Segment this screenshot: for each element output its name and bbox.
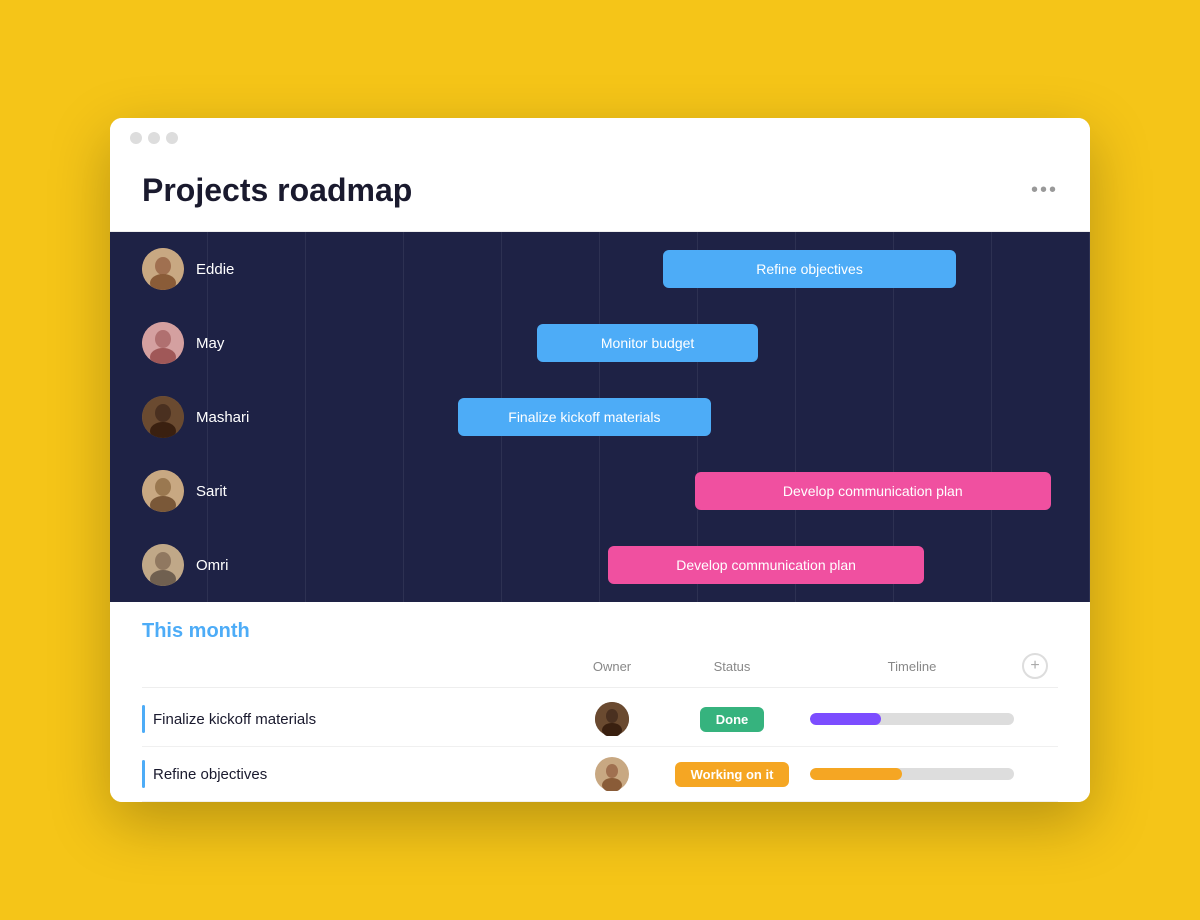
- person-name-may: May: [196, 335, 224, 352]
- col-header-timeline: Timeline: [802, 659, 1022, 674]
- list-column-headers: Owner Status Timeline +: [142, 653, 1058, 688]
- status-badge-1: Working on it: [675, 762, 790, 787]
- gantt-bar-area-eddie: Refine objectives: [300, 248, 1090, 290]
- gantt-bar-area-sarit: Develop communication plan: [300, 470, 1090, 512]
- list-header-row: This month: [142, 620, 1058, 643]
- dot-red: [130, 132, 142, 144]
- person-name-sarit: Sarit: [196, 483, 227, 500]
- col-header-owner: Owner: [562, 659, 662, 674]
- title-bar: [110, 118, 1090, 154]
- dot-green: [166, 132, 178, 144]
- list-timeline-0: [802, 713, 1022, 725]
- list-item-0: Finalize kickoff materials Done: [142, 692, 1058, 747]
- gantt-row-may: May Monitor budget: [110, 306, 1090, 380]
- gantt-bar-eddie[interactable]: Refine objectives: [663, 250, 955, 288]
- more-options-button[interactable]: •••: [1031, 179, 1058, 202]
- avatar-eddie: [142, 248, 184, 290]
- gantt-bar-sarit[interactable]: Develop communication plan: [695, 472, 1051, 510]
- list-timeline-1: [802, 768, 1022, 780]
- dot-yellow: [148, 132, 160, 144]
- list-status-1: Working on it: [662, 762, 802, 787]
- list-status-0: Done: [662, 707, 802, 732]
- gantt-row-mashari: Mashari Finalize kickoff materials: [110, 380, 1090, 454]
- main-window: Projects roadmap ••• Eddie: [110, 118, 1090, 802]
- gantt-bar-may[interactable]: Monitor budget: [537, 324, 758, 362]
- gantt-row-sarit: Sarit Develop communication plan: [110, 454, 1090, 528]
- gantt-row-omri: Omri Develop communication plan: [110, 528, 1090, 602]
- gantt-bar-area-omri: Develop communication plan: [300, 544, 1090, 586]
- gantt-bar-omri[interactable]: Develop communication plan: [608, 546, 924, 584]
- this-month-label: This month: [142, 620, 1058, 643]
- gantt-bar-mashari[interactable]: Finalize kickoff materials: [458, 398, 711, 436]
- person-name-omri: Omri: [196, 557, 229, 574]
- gantt-chart: Eddie Refine objectives May Monitor budg…: [110, 232, 1090, 602]
- timeline-bar-fill-1: [810, 768, 902, 780]
- add-column-button[interactable]: +: [1022, 653, 1048, 679]
- gantt-bar-area-mashari: Finalize kickoff materials: [300, 396, 1090, 438]
- list-item-name-1: Refine objectives: [142, 760, 562, 788]
- list-section: This month Owner Status Timeline + Final…: [110, 602, 1090, 802]
- traffic-lights: [130, 132, 178, 144]
- person-info-may: May: [110, 322, 300, 364]
- page-title: Projects roadmap: [142, 172, 412, 209]
- status-badge-0: Done: [700, 707, 765, 732]
- timeline-bar-bg-0: [810, 713, 1014, 725]
- person-name-mashari: Mashari: [196, 409, 249, 426]
- person-name-eddie: Eddie: [196, 261, 234, 278]
- avatar-may: [142, 322, 184, 364]
- avatar-sarit: [142, 470, 184, 512]
- list-owner-avatar-0: [595, 702, 629, 736]
- gantt-row-eddie: Eddie Refine objectives: [110, 232, 1090, 306]
- list-owner-0: [562, 702, 662, 736]
- person-info-sarit: Sarit: [110, 470, 300, 512]
- list-item-1: Refine objectives Working on it: [142, 747, 1058, 802]
- list-item-text-0: Finalize kickoff materials: [153, 711, 316, 728]
- person-info-mashari: Mashari: [110, 396, 300, 438]
- list-owner-avatar-1: [595, 757, 629, 791]
- timeline-bar-fill-0: [810, 713, 881, 725]
- avatar-mashari: [142, 396, 184, 438]
- col-header-status: Status: [662, 659, 802, 674]
- header-section: Projects roadmap •••: [110, 154, 1090, 232]
- avatar-omri: [142, 544, 184, 586]
- list-item-bar-1: [142, 760, 145, 788]
- list-item-text-1: Refine objectives: [153, 766, 267, 783]
- person-info-eddie: Eddie: [110, 248, 300, 290]
- list-item-name-0: Finalize kickoff materials: [142, 705, 562, 733]
- person-info-omri: Omri: [110, 544, 300, 586]
- gantt-bar-area-may: Monitor budget: [300, 322, 1090, 364]
- timeline-bar-bg-1: [810, 768, 1014, 780]
- list-owner-1: [562, 757, 662, 791]
- list-item-bar-0: [142, 705, 145, 733]
